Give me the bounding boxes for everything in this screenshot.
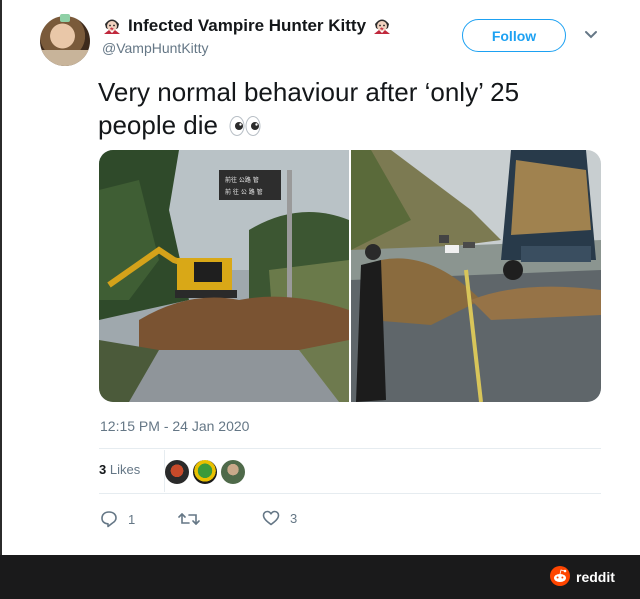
sign-text-line2: 前 往 公 路 管 — [225, 188, 263, 196]
tweet-text-line2-wrap: people die — [98, 109, 598, 142]
photo-excavator-roadblock[interactable]: 前往 公路 管 前 往 公 路 管 — [99, 150, 349, 402]
tweet-media[interactable]: 前往 公路 管 前 往 公 路 管 — [99, 150, 601, 402]
like-button[interactable]: 3 — [262, 510, 297, 526]
vampire-emoji-icon — [372, 16, 392, 36]
reddit-footer — [0, 555, 640, 599]
vampire-emoji-icon — [102, 16, 122, 36]
divider — [99, 493, 601, 494]
display-name-row[interactable]: Infected Vampire Hunter Kitty — [102, 16, 392, 36]
retweet-icon — [178, 513, 200, 525]
photo-dump-truck-roadblock[interactable] — [351, 150, 601, 402]
eyes-emoji-icon — [229, 116, 261, 136]
window-edge — [0, 0, 2, 555]
tweet-text-line2: people die — [98, 110, 218, 140]
follow-button[interactable]: Follow — [462, 19, 566, 52]
sign-text-line1: 前往 公路 管 — [225, 176, 259, 184]
tweet-text-line1: Very normal behaviour after ‘only’ 25 — [98, 77, 520, 107]
reply-icon — [101, 511, 117, 528]
liker-avatar[interactable] — [164, 459, 190, 485]
tweet-timestamp[interactable]: 12:15 PM - 24 Jan 2020 — [100, 418, 249, 434]
chevron-down-icon[interactable] — [584, 30, 598, 40]
tweet-text: Very normal behaviour after ‘only’ 25 pe… — [98, 76, 598, 142]
reddit-brand: reddit — [576, 569, 615, 585]
like-count: 3 — [290, 510, 298, 526]
handle[interactable]: @VampHuntKitty — [102, 40, 209, 56]
avatar[interactable] — [40, 16, 90, 66]
divider — [99, 448, 601, 449]
heart-icon — [262, 510, 280, 526]
likes-summary[interactable]: 3 Likes — [99, 462, 140, 477]
likes-count: 3 — [99, 462, 107, 477]
liker-avatar[interactable] — [192, 459, 218, 485]
likes-label: Likes — [109, 462, 141, 477]
reply-button[interactable]: 1 — [100, 510, 135, 528]
reddit-logo-icon — [550, 566, 570, 586]
reply-count: 1 — [128, 511, 136, 527]
avatar-badge — [60, 14, 70, 22]
display-name[interactable]: Infected Vampire Hunter Kitty — [128, 16, 366, 36]
retweet-button[interactable] — [178, 510, 210, 528]
liker-avatar[interactable] — [220, 459, 246, 485]
